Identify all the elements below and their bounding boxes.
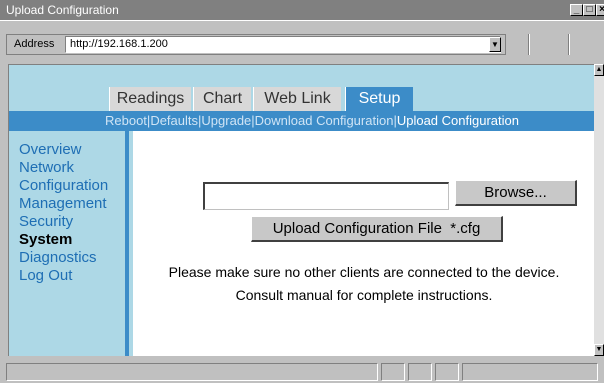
- sidebar-item-system[interactable]: System: [19, 231, 72, 249]
- status-pane: [381, 363, 405, 381]
- sidebar-item-overview[interactable]: Overview: [19, 141, 82, 159]
- vertical-scrollbar[interactable]: ▲ ▼: [594, 64, 604, 356]
- tab-web-link[interactable]: Web Link: [253, 87, 341, 111]
- toolbar-separator: [528, 34, 530, 55]
- close-icon[interactable]: ×: [596, 4, 604, 16]
- status-pane-main: [6, 363, 378, 381]
- status-pane-zone: [462, 363, 598, 381]
- title-bar: Upload Configuration _ □ ×: [0, 0, 604, 20]
- sidebar-item-configuration[interactable]: Configuration: [19, 177, 108, 195]
- page-viewport: Readings Chart Web Link Setup Reboot|Def…: [8, 64, 594, 356]
- subnav-upload-configuration[interactable]: Upload Configuration: [397, 113, 519, 128]
- status-pane: [408, 363, 432, 381]
- file-path-input[interactable]: [203, 182, 449, 210]
- subnav-reboot[interactable]: Reboot: [105, 113, 147, 128]
- sidebar-item-management[interactable]: Management: [19, 195, 107, 213]
- tab-setup[interactable]: Setup: [345, 87, 413, 111]
- sidebar-item-log-out[interactable]: Log Out: [19, 267, 72, 285]
- status-bar: [0, 360, 604, 383]
- scroll-up-icon[interactable]: ▲: [594, 64, 604, 76]
- chevron-down-icon[interactable]: ▼: [489, 37, 501, 52]
- sidebar-item-network[interactable]: Network: [19, 159, 74, 177]
- maximize-icon[interactable]: □: [583, 4, 596, 16]
- address-input[interactable]: http://192.168.1.200: [65, 36, 501, 53]
- window-title: Upload Configuration: [6, 3, 119, 17]
- sidebar-item-security[interactable]: Security: [19, 213, 73, 231]
- tab-chart[interactable]: Chart: [193, 87, 251, 111]
- address-toolbar: Address http://192.168.1.200 ▼: [0, 20, 604, 68]
- subnav-defaults[interactable]: Defaults: [150, 113, 198, 128]
- sidebar: Overview Network Configuration Managemen…: [9, 131, 129, 356]
- subnav-download-configuration[interactable]: Download Configuration: [255, 113, 394, 128]
- status-pane: [435, 363, 459, 381]
- browse-button[interactable]: Browse...: [455, 180, 577, 206]
- warning-message: Please make sure no other clients are co…: [168, 264, 560, 280]
- main-content: Browse... Upload Configuration File *.cf…: [133, 131, 594, 356]
- sidebar-item-diagnostics[interactable]: Diagnostics: [19, 249, 97, 267]
- upload-configuration-button[interactable]: Upload Configuration File *.cfg: [251, 216, 503, 242]
- address-label: Address: [14, 38, 55, 50]
- instructions-message: Consult manual for complete instructions…: [235, 287, 493, 303]
- toolbar-separator: [568, 34, 570, 55]
- scroll-down-icon[interactable]: ▼: [594, 344, 604, 356]
- setup-subnav: Reboot|Defaults|Upgrade|Download Configu…: [9, 111, 594, 131]
- browser-window: Upload Configuration _ □ × Address http:…: [0, 0, 604, 383]
- tab-readings[interactable]: Readings: [109, 87, 191, 111]
- subnav-upgrade[interactable]: Upgrade: [201, 113, 251, 128]
- minimize-icon[interactable]: _: [570, 4, 583, 16]
